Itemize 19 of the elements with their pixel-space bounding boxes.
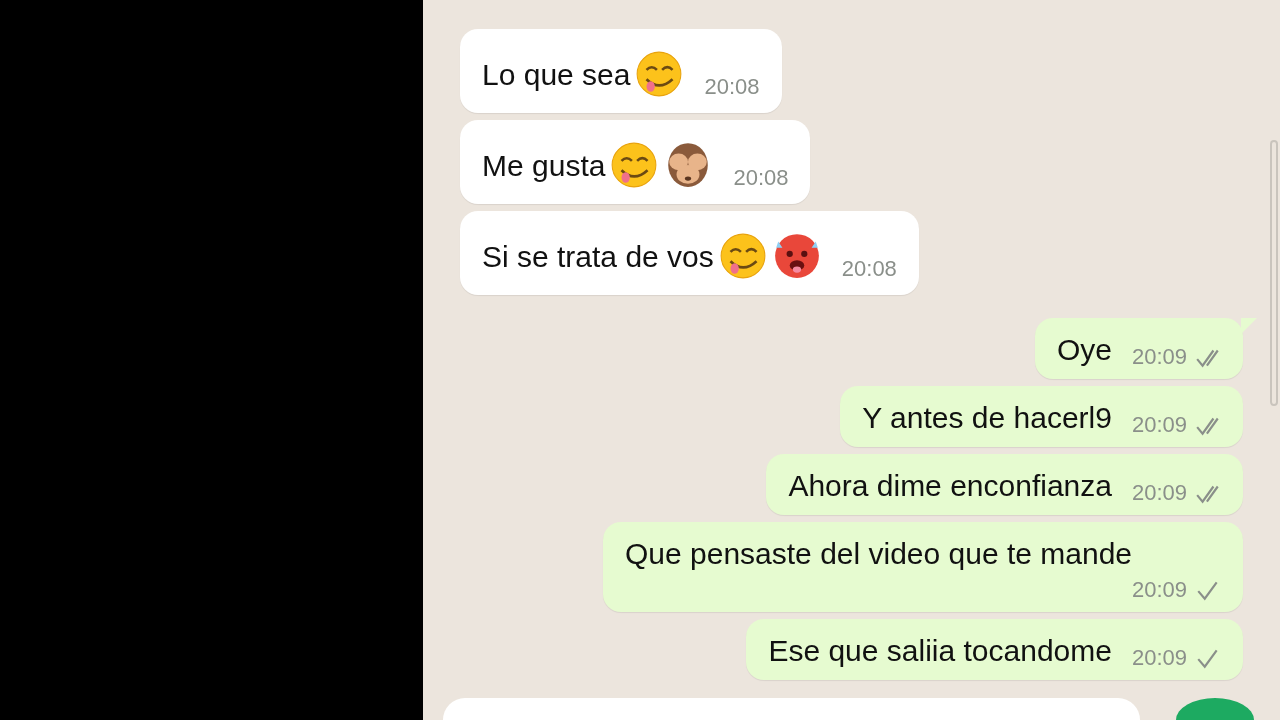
message-text: Si se trata de vos — [482, 238, 714, 275]
message-text: Lo que sea — [482, 56, 631, 93]
message-time: 20:09 — [1131, 479, 1187, 507]
message-input-field[interactable] — [443, 698, 1140, 720]
smiling-face-tongue-icon — [717, 231, 768, 281]
message-time: 20:09 — [1131, 576, 1187, 604]
message-time: 20:09 — [1131, 644, 1187, 672]
message-time: 20:08 — [704, 73, 760, 101]
message-time: 20:09 — [1131, 343, 1187, 371]
message-text: Ese que saliia tocandome — [768, 633, 1112, 669]
message-text: Me gusta — [482, 147, 606, 184]
scrollbar[interactable] — [1270, 140, 1278, 406]
message-text: Oye — [1056, 332, 1112, 368]
message-text: Y antes de hacerl9 — [862, 400, 1112, 436]
message-text: Que pensaste del video que te mande — [625, 536, 1133, 572]
message-time: 20:09 — [1131, 411, 1187, 439]
message-text: Ahora dime enconfianza — [788, 468, 1112, 504]
message-time: 20:08 — [733, 164, 789, 192]
message-time: 20:08 — [841, 255, 897, 283]
